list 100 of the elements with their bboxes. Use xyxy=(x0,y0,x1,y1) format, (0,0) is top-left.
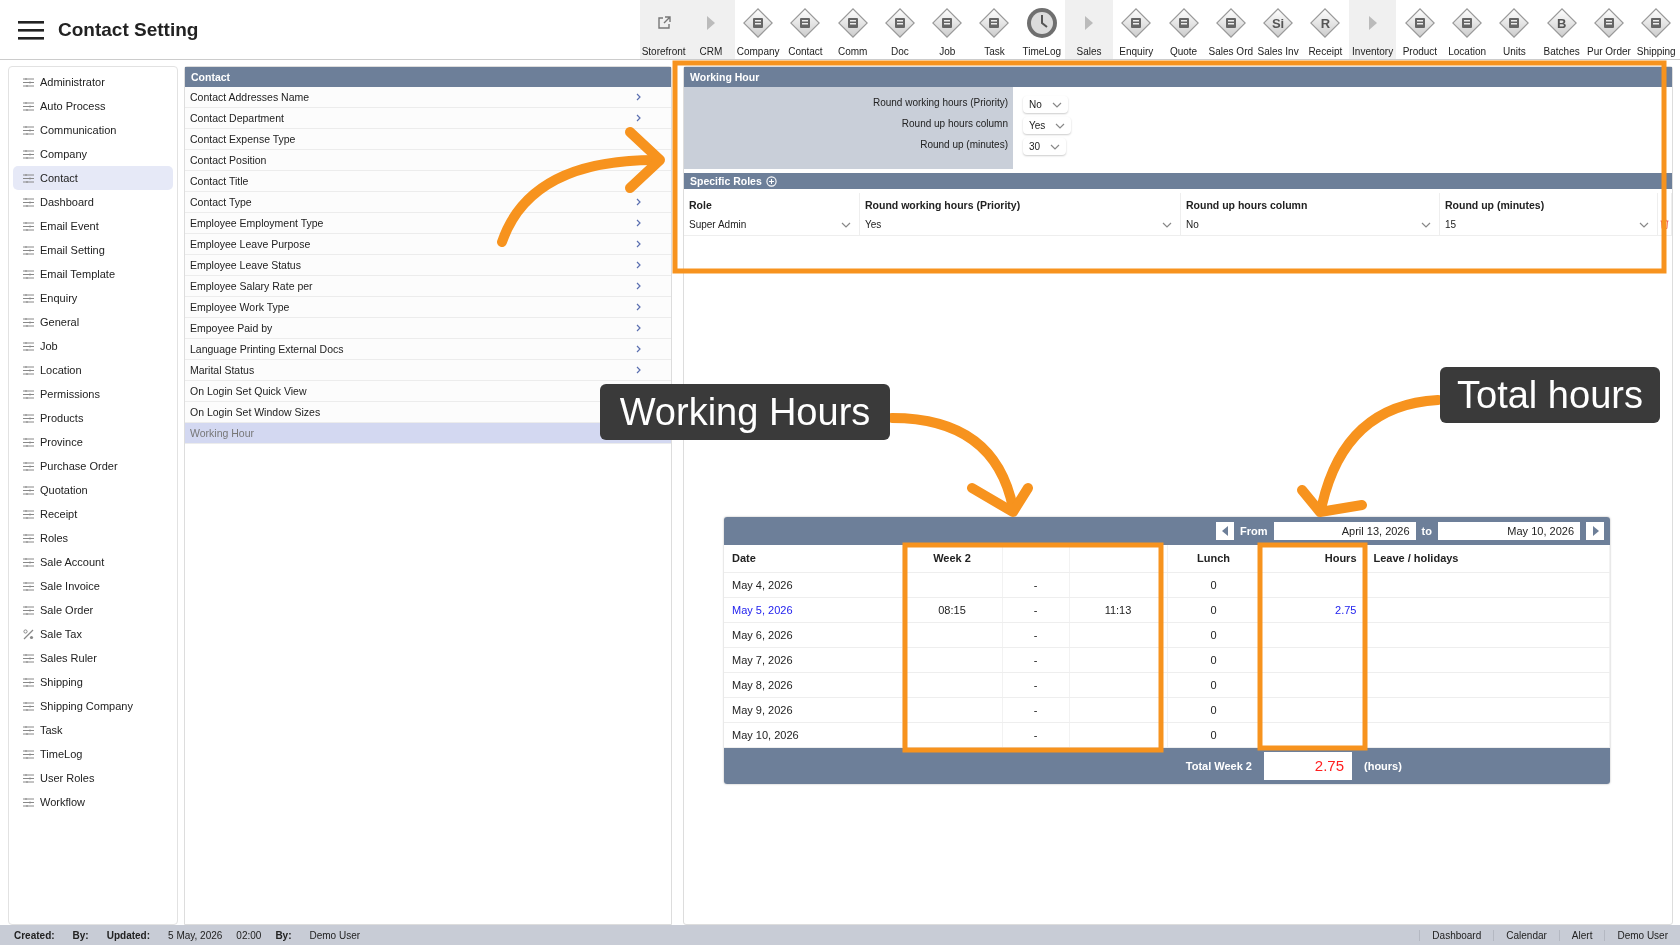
column-header: Leave / holidays xyxy=(1373,552,1459,565)
status-value: 5 May, 2026 xyxy=(168,929,223,941)
sidebar-label: Purchase Order xyxy=(40,460,118,472)
sidebar-label: Email Event xyxy=(40,220,99,232)
sidebar-label: Sales Ruler xyxy=(40,652,97,664)
sidebar-label: Workflow xyxy=(40,796,86,808)
total-label: Total Week 2 xyxy=(1185,759,1252,772)
date-cell: May 8, 2026 xyxy=(732,678,793,691)
callout-tooltip: Working Hours xyxy=(600,384,890,440)
sidebar-label: Contact xyxy=(40,172,78,184)
time-cell: 08:15 xyxy=(938,603,966,616)
settings-list-label: Working Hour xyxy=(190,427,254,439)
column-header: Lunch xyxy=(1197,552,1230,565)
settings-list-label: Employee Leave Purpose xyxy=(190,238,311,250)
settings-list-label: Employee Salary Rate per xyxy=(190,280,313,292)
sidebar-label: Email Template xyxy=(40,268,115,280)
sidebar-label: Province xyxy=(40,436,83,448)
sidebar-label: Permissions xyxy=(40,388,100,400)
settings-list-label: Contact Type xyxy=(190,196,252,208)
sidebar-label: Sale Order xyxy=(40,604,94,616)
date-cell: May 7, 2026 xyxy=(732,653,793,666)
setting-label: Round working hours (Priority) xyxy=(872,97,1008,108)
column-header: Round working hours (Priority) xyxy=(865,199,1021,211)
sidebar-label: User Roles xyxy=(40,772,95,784)
table-cell: - xyxy=(1033,703,1038,716)
sidebar-label: Administrator xyxy=(40,76,105,88)
column-header: Hours xyxy=(1324,552,1357,565)
sidebar-label: TimeLog xyxy=(40,748,83,760)
settings-list-label: Marital Status xyxy=(190,364,255,376)
status-label: Updated: xyxy=(106,929,151,941)
settings-list-label: Employee Employment Type xyxy=(190,217,324,229)
sidebar-label: Location xyxy=(40,364,82,376)
to-label: to xyxy=(1421,525,1432,537)
status-label: By: xyxy=(275,929,292,941)
column-header: Role xyxy=(689,199,712,211)
column-header: Round up (minutes) xyxy=(1445,199,1545,211)
settings-list-label: Contact Department xyxy=(190,112,284,124)
sidebar-label: Receipt xyxy=(40,508,78,520)
table-cell: 0 xyxy=(1210,628,1217,641)
table-cell: - xyxy=(1033,603,1038,616)
table-cell: 0 xyxy=(1210,728,1217,741)
settings-list-label: Employee Leave Status xyxy=(190,259,301,271)
date-cell: May 4, 2026 xyxy=(732,578,793,591)
setting-label: Round up (minutes) xyxy=(920,139,1008,150)
unit-label: (hours) xyxy=(1364,759,1402,772)
panel-header: Working Hour xyxy=(684,67,1672,87)
sidebar-label: Sale Tax xyxy=(40,628,82,640)
status-label: Created: xyxy=(14,929,55,941)
settings-list-label: Contact Position xyxy=(190,154,267,166)
sidebar-label: Shipping xyxy=(40,676,83,688)
column-header: Round up hours column xyxy=(1186,199,1308,211)
page-title: Contact Setting xyxy=(58,18,199,41)
column-header: Week 2 xyxy=(933,552,971,565)
panel-header: Contact xyxy=(185,67,671,87)
from-label: From xyxy=(1240,525,1268,537)
setting-label: Round up hours column xyxy=(901,118,1008,129)
status-value: Demo User xyxy=(309,929,361,941)
sidebar-label: Enquiry xyxy=(40,292,78,304)
icon-letter: B xyxy=(1556,15,1567,31)
status-value: 02:00 xyxy=(236,929,262,941)
settings-list-label: Contact Addresses Name xyxy=(190,91,310,103)
sidebar-label: Email Setting xyxy=(40,244,105,256)
settings-list-label: Employee Work Type xyxy=(190,301,290,313)
hours-cell: 2.75 xyxy=(1335,603,1357,616)
settings-list-label: Contact Title xyxy=(190,175,249,187)
column-header: Date xyxy=(732,552,756,565)
sidebar-label: Quotation xyxy=(40,484,88,496)
settings-list-label: Empoyee Paid by xyxy=(190,322,273,334)
sidebar-label: Task xyxy=(40,724,63,736)
table-cell: - xyxy=(1033,728,1038,741)
sidebar-label: General xyxy=(40,316,80,328)
date-cell: May 5, 2026 xyxy=(732,603,793,616)
sidebar-label: Sale Invoice xyxy=(40,580,100,592)
icon-letter: R xyxy=(1320,15,1331,31)
sidebar-label: Communication xyxy=(40,124,117,136)
settings-list-label: On Login Set Quick View xyxy=(190,385,307,397)
date-cell: May 6, 2026 xyxy=(732,628,793,641)
sidebar-label: Dashboard xyxy=(40,196,94,208)
table-cell: 0 xyxy=(1210,678,1217,691)
table-cell: 0 xyxy=(1210,603,1217,616)
sidebar-label: Auto Process xyxy=(40,100,106,112)
callout-tooltip: Total hours xyxy=(1440,367,1660,423)
icon-letter: Si xyxy=(1271,15,1285,31)
settings-list-label: On Login Set Window Sizes xyxy=(190,406,321,418)
total-hours-field: 2.75 xyxy=(1264,751,1352,780)
section-title: Specific Roles xyxy=(690,174,762,189)
date-cell: May 10, 2026 xyxy=(732,728,799,741)
time-cell: 11:13 xyxy=(1104,603,1132,616)
status-label: By: xyxy=(72,929,89,941)
date-cell: May 9, 2026 xyxy=(732,703,793,716)
table-cell: 0 xyxy=(1210,653,1217,666)
table-cell: - xyxy=(1033,678,1038,691)
sidebar-label: Company xyxy=(40,148,88,160)
table-cell: - xyxy=(1033,578,1038,591)
settings-list-label: Language Printing External Docs xyxy=(190,343,344,355)
sidebar-label: Roles xyxy=(40,532,69,544)
table-cell: 0 xyxy=(1210,578,1217,591)
table-cell: - xyxy=(1033,653,1038,666)
table-cell: - xyxy=(1033,628,1038,641)
sidebar-label: Job xyxy=(40,340,58,352)
